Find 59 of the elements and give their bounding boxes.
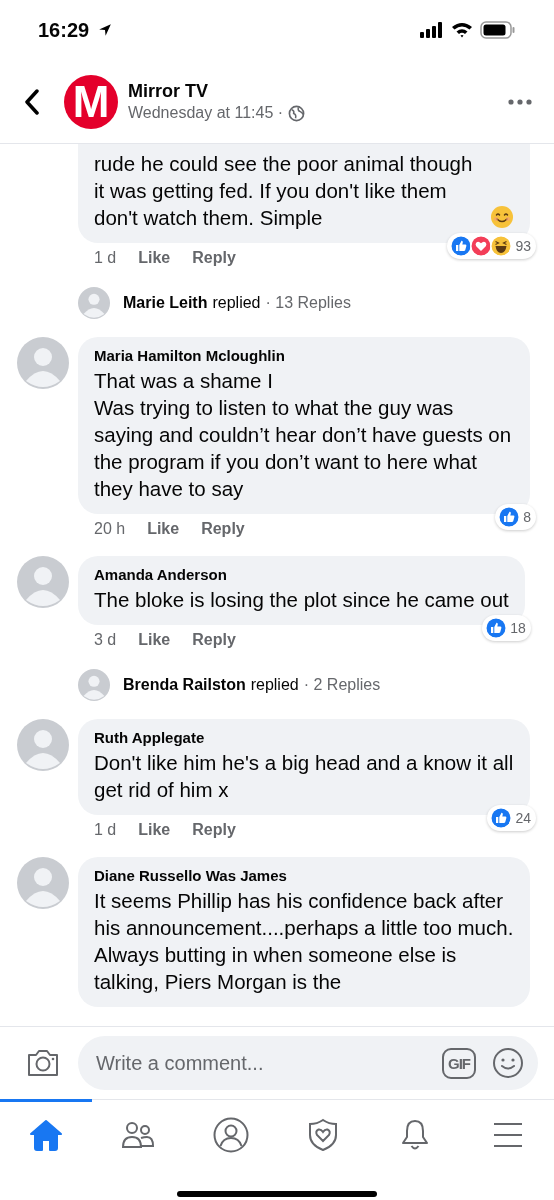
comment-input-field[interactable]: Write a comment... GIF xyxy=(78,1036,538,1090)
notifications-bell-icon xyxy=(400,1118,431,1152)
comment-text: That was a shame I Was trying to listen to what the guy was saying and couldn’t hear don’t have guests on the program if you don’t want to here what they have to say xyxy=(94,368,513,502)
comment-time: 3 d xyxy=(94,631,117,649)
comment-text: Don't like him he's a big head and a know it all get rid of him x xyxy=(94,750,514,803)
reply-author[interactable]: Brenda Railston xyxy=(123,676,246,694)
back-icon[interactable] xyxy=(24,88,40,115)
reply-verb: replied xyxy=(212,294,261,312)
comment-action-link[interactable]: Reply xyxy=(192,631,236,649)
view-replies-link[interactable]: · 2 Replies xyxy=(303,676,381,694)
comment-time: 1 d xyxy=(94,821,117,839)
page-logo[interactable]: M xyxy=(64,74,118,129)
comment-time: 20 h xyxy=(94,520,126,538)
smiling-face-icon xyxy=(490,205,514,229)
comment-text: rude he could see the poor animal though it was getting fed. If you don't like them don't watch them. Simple xyxy=(94,151,474,231)
battery-icon xyxy=(480,21,516,39)
wifi-icon xyxy=(451,22,473,38)
menu-icon xyxy=(492,1122,523,1148)
reaction-summary[interactable]: 18 xyxy=(482,615,531,641)
comment-text: It seems Phillip has his confidence back after his announcement....perhaps a little too much. Always butting in when someone else is talking, Piers Morgan is the xyxy=(94,888,514,995)
status-time: 16:29 xyxy=(38,18,90,42)
reply-author[interactable]: Marie Leith xyxy=(123,294,208,312)
comment-action-link[interactable]: Reply xyxy=(192,249,236,267)
comment-action-link[interactable]: Reply xyxy=(201,520,245,538)
like-reaction-icon xyxy=(490,807,513,829)
shield-heart-icon xyxy=(308,1118,339,1152)
more-options-icon[interactable] xyxy=(508,98,532,105)
gif-button[interactable]: GIF xyxy=(442,1047,476,1079)
home-icon xyxy=(29,1119,64,1151)
like-reaction-icon xyxy=(485,617,508,639)
emoji-icon[interactable] xyxy=(492,1047,524,1079)
heart-reaction-icon xyxy=(470,235,493,257)
reaction-summary[interactable]: 8 xyxy=(495,504,536,530)
post-timestamp: Wednesday at 11:45 · xyxy=(128,104,284,122)
globe-icon xyxy=(288,104,306,122)
reaction-summary[interactable]: 24 xyxy=(487,805,536,831)
comment-action-link[interactable]: Like xyxy=(147,520,180,538)
page-name[interactable]: Mirror TV xyxy=(128,81,306,102)
view-replies-link[interactable]: · 13 Replies xyxy=(265,294,351,312)
comment-author[interactable]: Amanda Anderson xyxy=(94,566,509,583)
laughing-reaction-icon xyxy=(490,235,513,257)
comment-action-link[interactable]: Like xyxy=(138,249,171,267)
comment-action-link[interactable]: Like xyxy=(138,631,171,649)
comment-text: The bloke is losing the plot since he came out xyxy=(94,587,509,613)
comment-author[interactable]: Maria Hamilton Mcloughlin xyxy=(94,347,514,364)
camera-icon[interactable] xyxy=(26,1048,60,1078)
like-reaction-icon xyxy=(498,506,521,528)
like-reaction-icon xyxy=(450,235,473,257)
location-arrow-icon xyxy=(98,23,113,37)
signal-icon xyxy=(420,22,444,38)
friends-icon xyxy=(121,1120,156,1150)
reaction-summary[interactable]: 93 xyxy=(447,233,536,259)
comment-action-link[interactable]: Like xyxy=(138,821,171,839)
reply-verb: replied xyxy=(250,676,299,694)
comment-author[interactable]: Ruth Applegate xyxy=(94,729,514,746)
comment-author[interactable]: Diane Russello Was James xyxy=(94,867,514,884)
comment-action-link[interactable]: Reply xyxy=(192,821,236,839)
comment-time: 1 d xyxy=(94,249,117,267)
profile-icon xyxy=(212,1117,249,1153)
